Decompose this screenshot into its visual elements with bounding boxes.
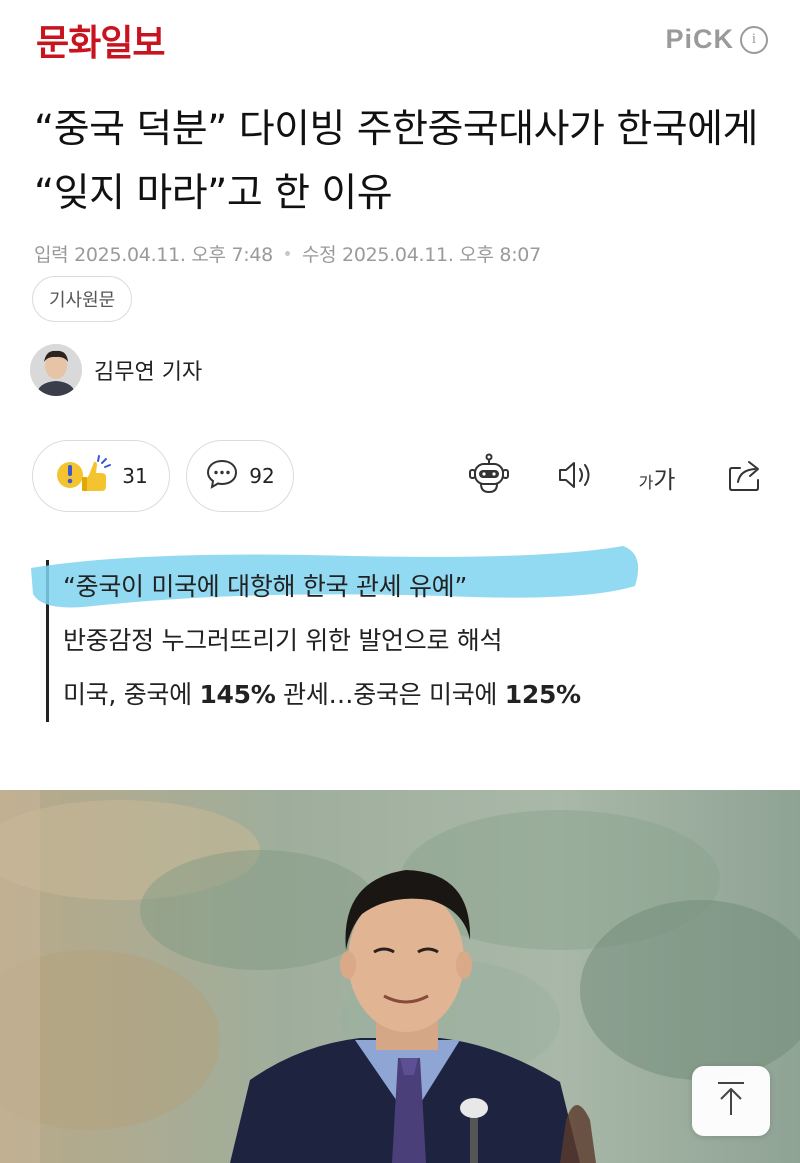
summary-line-1: “중국이 미국에 대항해 한국 관세 유예” — [31, 546, 766, 614]
ai-summary-bot-button[interactable] — [466, 452, 512, 502]
reaction-icon — [54, 453, 112, 500]
reaction-count: 31 — [122, 464, 148, 488]
summary-line-2: 반중감정 누그러뜨리기 위한 발언으로 해석 — [63, 626, 503, 655]
share-button[interactable] — [722, 454, 768, 500]
arrow-up-icon — [714, 1079, 748, 1123]
reporter-name: 김무연 기자 — [94, 360, 203, 385]
summary-line-1-text: “중국이 미국에 대항해 한국 관세 유예” — [63, 572, 468, 601]
comment-icon — [205, 458, 239, 495]
comment-count: 92 — [249, 464, 275, 488]
info-icon[interactable]: i — [740, 25, 768, 54]
top-bar: 문화일보 PiCK i — [0, 0, 800, 80]
reporter[interactable]: 김무연 기자 — [30, 344, 202, 396]
summary-line-3-prefix: 미국, 중국에 — [63, 680, 200, 709]
pick-badge[interactable]: PiCK i — [665, 24, 768, 55]
summary-line-3: 미국, 중국에 145% 관세…중국은 미국에 125% — [63, 668, 766, 722]
article-summary: “중국이 미국에 대항해 한국 관세 유예” 반중감정 누그러뜨리기 위한 발언… — [31, 546, 766, 722]
modified-time: 수정 2025.04.11. 오후 8:07 — [301, 244, 541, 266]
tariff-us-on-china: 145% — [199, 680, 276, 709]
meta-separator — [284, 251, 290, 256]
ai-summary-bot-icon — [466, 452, 512, 502]
reaction-button[interactable]: 31 — [32, 440, 170, 512]
article-photo[interactable] — [0, 790, 800, 1163]
article-meta: 입력 2025.04.11. 오후 7:48 수정 2025.04.11. 오후… — [34, 240, 541, 267]
summary-line-3-mid: 관세…중국은 미국에 — [275, 680, 505, 709]
original-article-button[interactable]: 기사원문 — [32, 276, 133, 322]
font-size-button[interactable]: 가가 — [634, 454, 680, 500]
newspaper-logo[interactable]: 문화일보 — [36, 14, 165, 66]
pick-label: PiCK — [665, 24, 734, 54]
font-size-icon: 가가 — [639, 460, 676, 495]
font-size-small-glyph: 가 — [638, 472, 654, 492]
share-icon — [725, 456, 765, 498]
comment-button[interactable]: 92 — [186, 440, 294, 512]
scroll-to-top-button[interactable] — [692, 1066, 770, 1136]
audio-read-button[interactable] — [552, 454, 598, 500]
audio-speaker-icon — [555, 457, 595, 497]
font-size-large-glyph: 가 — [653, 465, 676, 494]
tariff-china-on-us: 125% — [504, 680, 581, 709]
highlighted-summary: “중국이 미국에 대항해 한국 관세 유예” — [31, 546, 639, 614]
published-time: 입력 2025.04.11. 오후 7:48 — [34, 244, 273, 266]
article-headline: “중국 덕분” 다이빙 주한중국대사가 한국에게 “잊지 마라”고 한 이유 — [34, 107, 758, 216]
reporter-avatar — [30, 344, 82, 396]
